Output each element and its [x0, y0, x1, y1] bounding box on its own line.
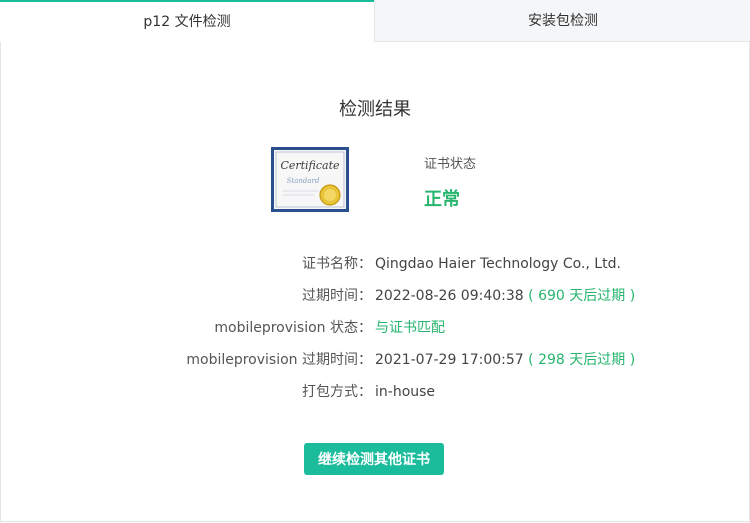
- certificate-image-subtext: Standard: [287, 177, 320, 185]
- info-label: mobileprovision 过期时间：: [186, 352, 372, 368]
- certificate-status-value: 正常: [424, 189, 460, 210]
- info-value: 2022-08-26 09:40:38 ( 690 天后过期 ): [375, 286, 635, 306]
- days-remaining-note: ( 690 天后过期 ): [528, 288, 636, 304]
- info-value-text: 2022-08-26 09:40:38: [375, 288, 524, 304]
- certificate-image-text: Certificate: [280, 159, 340, 172]
- info-value-text: Qingdao Haier Technology Co., Ltd.: [375, 256, 621, 272]
- days-remaining-note: ( 298 天后过期 ): [528, 352, 636, 368]
- info-value: Qingdao Haier Technology Co., Ltd.: [375, 254, 621, 274]
- tab-bar: p12 文件检测 安装包检测: [0, 0, 750, 42]
- info-label: 证书名称：: [302, 256, 372, 272]
- info-value: 与证书匹配: [375, 318, 445, 338]
- info-value-text: 与证书匹配: [375, 320, 445, 336]
- tab-package-check[interactable]: 安装包检测: [374, 0, 750, 42]
- info-label: 打包方式：: [302, 384, 372, 400]
- certificate-status-label: 证书状态: [424, 157, 477, 172]
- info-value-text: in-house: [375, 384, 436, 400]
- info-row-cert-name: 证书名称： Qingdao Haier Technology Co., Ltd.: [0, 254, 750, 274]
- info-row-package-type: 打包方式： in-house: [0, 382, 750, 402]
- info-label: 过期时间：: [302, 288, 372, 304]
- check-other-cert-button[interactable]: 继续检测其他证书: [304, 443, 444, 475]
- info-row-provision-status: mobileprovision 状态： 与证书匹配: [0, 318, 750, 338]
- info-row-provision-expiry: mobileprovision 过期时间： 2021-07-29 17:00:5…: [0, 350, 750, 370]
- info-value-text: 2021-07-29 17:00:57: [375, 352, 524, 368]
- info-value: in-house: [375, 382, 435, 402]
- info-label: mobileprovision 状态：: [214, 320, 372, 336]
- info-value: 2021-07-29 17:00:57 ( 298 天后过期 ): [375, 350, 635, 370]
- certificate-icon: Certificate Standard: [271, 147, 349, 212]
- info-row-expiry: 过期时间： 2022-08-26 09:40:38 ( 690 天后过期 ): [0, 286, 750, 306]
- tab-p12-check[interactable]: p12 文件检测: [0, 0, 374, 42]
- result-title: 检测结果: [339, 99, 411, 120]
